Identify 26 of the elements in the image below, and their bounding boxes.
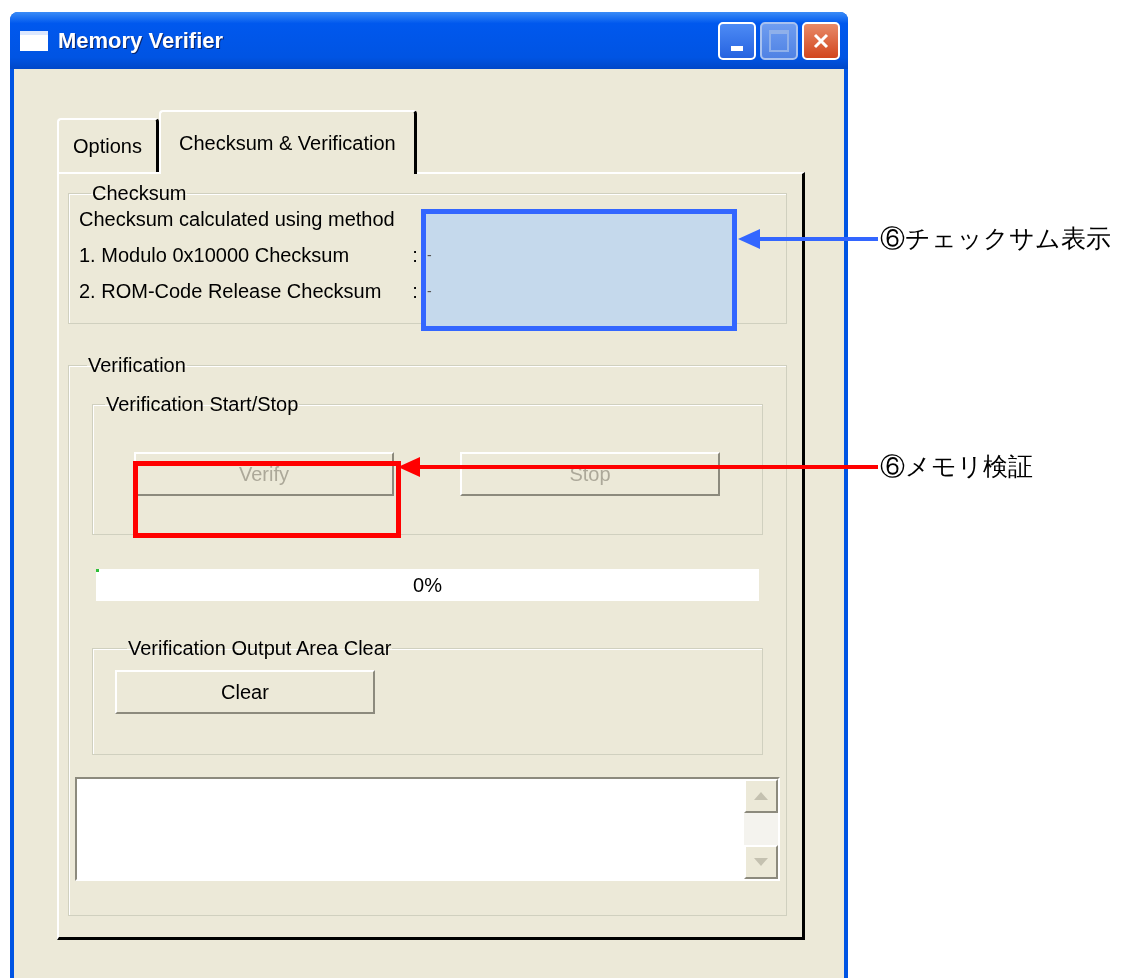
group-label: Checksum — [91, 182, 188, 205]
annotation-label: ⑥メモリ検証 — [880, 452, 1033, 482]
minimize-button[interactable] — [718, 21, 756, 60]
maximize-button[interactable] — [760, 21, 798, 60]
checksum-value: - — [426, 282, 432, 301]
clear-button[interactable]: Clear — [115, 670, 375, 714]
group-label: Verification Output Area Clear — [127, 637, 393, 660]
colon-text: : — [411, 243, 419, 267]
colon-text: : — [411, 279, 419, 303]
checksum-label: 1. Modulo 0x10000 Checksum — [79, 243, 351, 267]
scroll-up-icon[interactable] — [744, 779, 778, 813]
group-label: Verification Start/Stop — [105, 393, 300, 416]
window-title: Memory Verifier — [58, 27, 225, 54]
close-button[interactable] — [802, 21, 840, 60]
window-icon — [20, 30, 48, 51]
checksum-label: Checksum calculated using method — [79, 207, 395, 231]
output-text-area[interactable] — [75, 777, 780, 881]
tab[interactable]: Checksum & Verification — [158, 110, 417, 174]
checksum-label: 2. ROM-Code Release Checksum — [79, 279, 383, 303]
scrollbar[interactable] — [744, 779, 778, 879]
checksum-value: - — [426, 246, 432, 265]
progress-text: 0% — [413, 573, 442, 597]
annotation-label: ⑥チェックサム表示 — [880, 224, 1111, 254]
tab[interactable]: Options — [57, 118, 159, 172]
group-label: Verification — [87, 354, 187, 377]
scroll-down-icon[interactable] — [744, 845, 778, 879]
